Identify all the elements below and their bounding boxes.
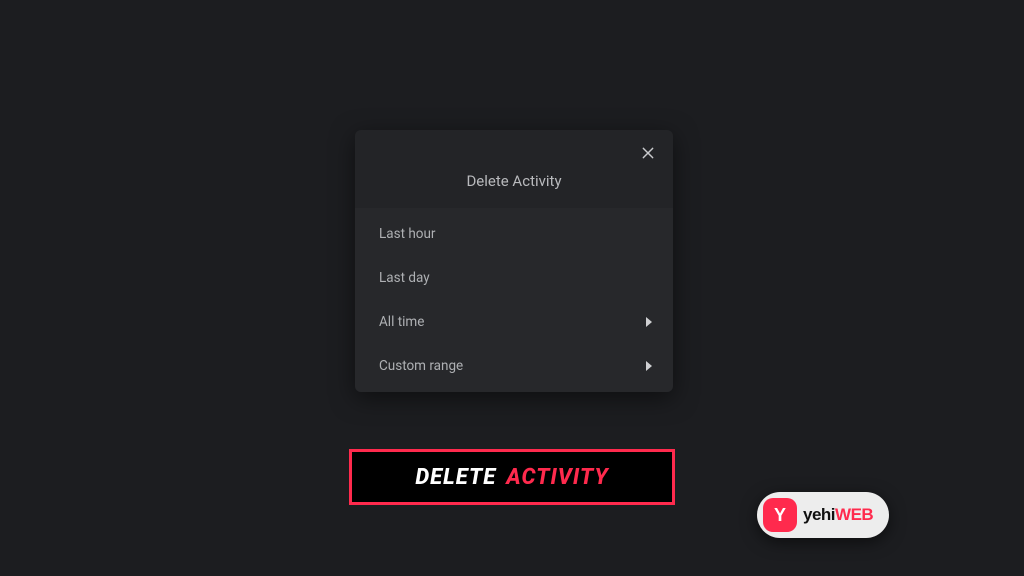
option-all-time[interactable]: All time — [355, 300, 673, 344]
watermark-badge: Y yehi WEB — [757, 492, 889, 538]
dialog-title: Delete Activity — [371, 172, 657, 190]
caption-word-1: DELETE — [415, 465, 496, 490]
dialog-options-list: Last hour Last day All time Custom range — [355, 208, 673, 392]
option-label: All time — [379, 314, 424, 330]
option-last-hour[interactable]: Last hour — [355, 212, 673, 256]
delete-activity-dialog: Delete Activity Last hour Last day All t… — [355, 130, 673, 392]
option-last-day[interactable]: Last day — [355, 256, 673, 300]
chevron-right-icon — [645, 317, 653, 327]
close-icon — [640, 145, 656, 165]
caption-word-2: ACTIVITY — [506, 465, 608, 490]
close-button[interactable] — [635, 142, 661, 168]
watermark-text-part1: yehi — [803, 505, 835, 525]
option-label: Last day — [379, 270, 430, 286]
watermark-text-part2: WEB — [835, 505, 873, 525]
dialog-header: Delete Activity — [355, 130, 673, 208]
option-label: Last hour — [379, 226, 436, 242]
chevron-right-icon — [645, 361, 653, 371]
option-custom-range[interactable]: Custom range — [355, 344, 673, 388]
watermark-logo-letter: Y — [774, 505, 786, 526]
option-label: Custom range — [379, 358, 463, 374]
watermark-text: yehi WEB — [803, 505, 873, 525]
watermark-logo-icon: Y — [763, 498, 797, 532]
caption-banner: DELETE ACTIVITY — [349, 449, 675, 505]
